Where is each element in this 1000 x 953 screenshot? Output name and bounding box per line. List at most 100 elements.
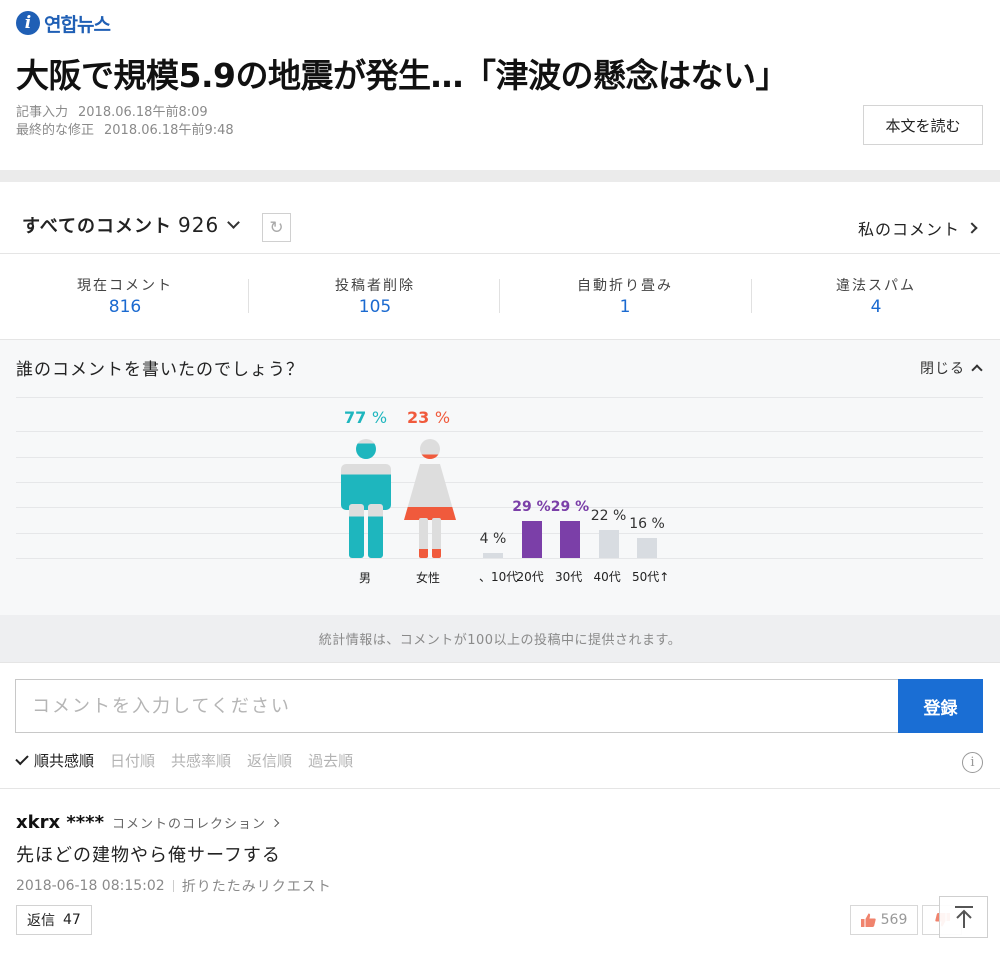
female-percent-unit: %: [434, 408, 451, 427]
like-count: 569: [880, 912, 908, 928]
stat-label: 現在コメント: [77, 278, 173, 294]
chart-gridline: [16, 558, 983, 559]
modified-label: 最終的な修正: [16, 123, 95, 138]
submit-comment-button[interactable]: 登録: [898, 679, 983, 733]
section-divider: [0, 170, 1000, 182]
stat-separator: [248, 279, 249, 313]
female-percent-value: 23: [407, 408, 430, 427]
divider: [0, 339, 1000, 340]
chevron-down-icon: [227, 215, 241, 229]
stat-current: 現在コメント 816: [0, 276, 250, 318]
reply-label: 返信: [27, 913, 55, 929]
close-demographics-button[interactable]: 閉じる: [920, 358, 983, 378]
stats-notice: 統計情報は、コメントが100以上の投稿中に提供されます。: [318, 633, 682, 648]
age-category-label: 50代↑: [632, 570, 670, 584]
chart-gridline: [16, 431, 983, 432]
divider: [0, 788, 1000, 789]
stat-label: 違法スパム: [836, 278, 916, 294]
comment-body: 先ほどの建物やら俺サーフする: [16, 845, 281, 866]
divider: [0, 662, 1000, 663]
chevron-right-icon: [270, 818, 280, 827]
reply-count: 47: [63, 912, 81, 928]
logo-mark-icon: i: [16, 11, 40, 35]
my-comments-label: 私のコメント: [858, 220, 961, 239]
age-category-label: 20代: [516, 570, 544, 584]
age-category-label: 40代: [593, 570, 621, 584]
age-bar: [560, 521, 580, 558]
stat-value: 816: [108, 297, 142, 317]
male-percent-value: 77: [344, 408, 367, 427]
sort-option-oldest[interactable]: 過去順: [308, 750, 353, 771]
reply-button[interactable]: 返信 47: [16, 905, 92, 935]
sort-option-replies[interactable]: 返信順: [247, 750, 292, 771]
fold-request-link[interactable]: 折りたたみリクエスト: [182, 876, 332, 896]
meta-separator: [172, 880, 174, 892]
all-comments-title: すべてのコメント: [22, 216, 173, 237]
stat-value: 4: [870, 297, 882, 317]
modified-line: 最終的な修正 2018.06.18午前9:48: [16, 122, 234, 140]
arrow-up-icon: [954, 906, 973, 928]
chart-gridline: [16, 457, 983, 458]
female-label: 女性: [416, 571, 441, 585]
divider: [0, 253, 1000, 254]
age-category-label: 、10代: [479, 570, 519, 584]
stat-author-deleted: 投稿者削除 105: [250, 276, 500, 318]
demographics-title: 誰のコメントを書いたのでしょう？: [16, 360, 304, 380]
published-time: 2018.06.18午前8:09: [78, 105, 208, 120]
male-label: 男: [359, 571, 372, 585]
age-bar: [483, 552, 503, 558]
scroll-to-top-button[interactable]: [939, 896, 988, 938]
age-bar: [637, 537, 657, 558]
chart-gridline: [16, 397, 983, 398]
read-article-button[interactable]: 本文を読む: [863, 105, 983, 145]
comment-input[interactable]: [15, 679, 898, 733]
sort-option-label: 順共感順: [34, 752, 95, 770]
stat-label: 投稿者削除: [335, 278, 415, 294]
my-comments-link[interactable]: 私のコメント: [858, 216, 978, 240]
logo-text: 연합뉴스: [44, 13, 111, 36]
collection-label: コメントのコレクション: [112, 817, 267, 832]
age-percent-label: 16 %: [629, 515, 665, 532]
article-headline: 大阪で規模5.9の地震が発生…「津波の懸念はない」: [16, 56, 788, 95]
chart-gridline: [16, 507, 983, 508]
comment-timestamp: 2018-06-18 08:15:02: [16, 878, 165, 894]
age-category-label: 30代: [555, 570, 583, 584]
published-line: 記事入力 2018.06.18午前8:09: [16, 104, 208, 122]
stat-label: 自動折り畳み: [577, 278, 673, 294]
chevron-right-icon: [966, 222, 978, 234]
comment-author: xkrx **** コメントのコレクション: [16, 812, 280, 833]
female-percent: 23 %: [407, 408, 450, 427]
female-figure-icon: [404, 439, 456, 558]
chevron-up-icon: [971, 364, 983, 376]
like-button[interactable]: 569: [850, 905, 918, 935]
refresh-button[interactable]: ↻: [262, 213, 291, 242]
male-percent: 77 %: [344, 408, 387, 427]
male-percent-unit: %: [371, 408, 388, 427]
published-label: 記事入力: [16, 105, 69, 120]
sort-bar: 順共感順 日付順 共感率順 返信順 過去順: [15, 750, 353, 771]
close-label: 閉じる: [920, 361, 965, 377]
sort-option-likes[interactable]: 順共感順: [15, 750, 95, 771]
sort-option-date[interactable]: 日付順: [110, 750, 155, 771]
stat-spam: 違法スパム 4: [751, 276, 1000, 318]
male-figure-icon: [341, 439, 391, 558]
stat-value: 105: [358, 297, 392, 317]
thumbs-up-icon: [860, 913, 876, 927]
stat-auto-folded: 自動折り畳み 1: [500, 276, 750, 318]
comment-collection-link[interactable]: コメントのコレクション: [112, 813, 280, 832]
brand-logo[interactable]: i 연합뉴스: [16, 8, 111, 38]
age-percent-label: 4 %: [479, 530, 507, 547]
refresh-icon: ↻: [269, 217, 284, 238]
chart-gridline: [16, 482, 983, 483]
comment-count: 926: [178, 213, 220, 237]
check-icon: [15, 751, 29, 766]
comment-meta: 2018-06-18 08:15:02 折りたたみリクエスト: [16, 876, 332, 896]
age-bar: [598, 529, 619, 558]
all-comments-toggle[interactable]: すべてのコメント 926: [22, 212, 244, 238]
comment-username: xkrx ****: [16, 812, 104, 833]
stat-value: 1: [619, 297, 631, 317]
info-icon[interactable]: i: [962, 752, 983, 773]
modified-time: 2018.06.18午前9:48: [104, 123, 234, 138]
age-bar: [521, 521, 542, 558]
sort-option-like-rate[interactable]: 共感率順: [171, 750, 231, 771]
